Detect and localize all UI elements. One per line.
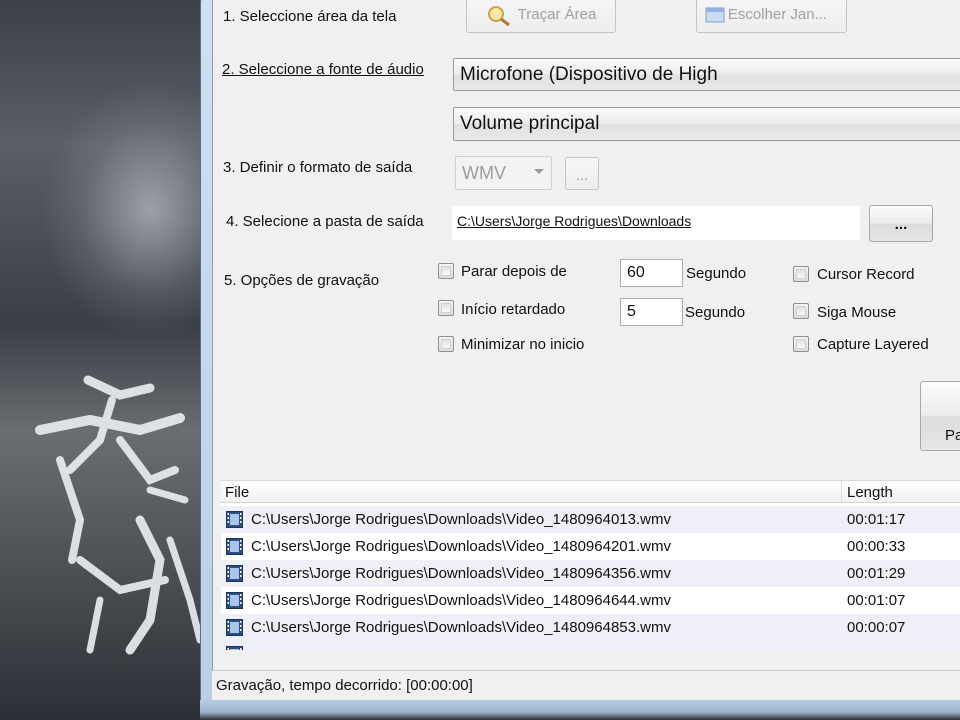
- status-text: Gravação, tempo decorrido: [00:00:00]: [216, 677, 473, 694]
- length-column-header[interactable]: Length: [847, 484, 893, 501]
- delayed-start-label: Início retardado: [461, 301, 566, 318]
- file-list-row[interactable]: C:\Users\Jorge Rodrigues\Downloads\Video…: [221, 587, 960, 614]
- output-folder-path: C:\Users\Jorge Rodrigues\Downloads: [457, 213, 692, 229]
- audio-source-value: Microfone (Dispositivo de High: [460, 63, 718, 85]
- file-column-header[interactable]: File: [225, 484, 249, 501]
- delayed-start-unit: Segundo: [685, 304, 746, 321]
- file-list-row[interactable]: C:\Users\Jorge Rodrigues\Downloads\Video…: [221, 560, 960, 587]
- volume-source-value: Volume principal: [460, 113, 600, 134]
- window-select-icon: [705, 7, 725, 22]
- file-length: 00:00:33: [847, 538, 906, 555]
- audio-source-dropdown[interactable]: Microfone (Dispositivo de High: [453, 58, 960, 91]
- browse-folder-button[interactable]: ...: [869, 205, 933, 242]
- file-length: 00:01:29: [847, 565, 906, 582]
- delayed-start-input[interactable]: [620, 298, 683, 326]
- output-folder-label: 4. Selecione a pasta de saída: [226, 213, 424, 230]
- file-list-row-partial[interactable]: [221, 641, 960, 650]
- file-length: 00:01:07: [847, 592, 906, 609]
- minimize-on-start-checkbox[interactable]: [438, 336, 454, 352]
- delayed-start-checkbox[interactable]: [438, 300, 454, 316]
- file-path: C:\Users\Jorge Rodrigues\Downloads\Video…: [251, 538, 671, 555]
- output-format-value: WMV: [462, 162, 506, 183]
- cursor-record-checkbox[interactable]: [793, 266, 809, 282]
- recorded-files-list[interactable]: File Length C:\Users\Jorge Rodrigues\Dow…: [221, 480, 960, 650]
- file-path: C:\Users\Jorge Rodrigues\Downloads\Video…: [251, 511, 671, 528]
- file-length: 00:00:07: [847, 619, 906, 636]
- record-button[interactable]: Pa: [920, 381, 960, 451]
- audio-source-label: 2. Seleccione a fonte de áudio: [222, 61, 424, 78]
- follow-mouse-label: Siga Mouse: [817, 304, 897, 321]
- file-path: C:\Users\Jorge Rodrigues\Downloads\Video…: [251, 619, 671, 636]
- file-list-header: File Length: [221, 481, 960, 503]
- stop-after-unit: Segundo: [686, 265, 747, 282]
- file-path: C:\Users\Jorge Rodrigues\Downloads\Video…: [251, 592, 671, 609]
- video-file-icon: [226, 619, 243, 636]
- video-file-icon: [226, 565, 243, 582]
- output-format-label: 3. Definir o formato de saída: [223, 159, 413, 176]
- file-list-row[interactable]: C:\Users\Jorge Rodrigues\Downloads\Video…: [221, 614, 960, 641]
- minimize-on-start-label: Minimizar no inicio: [461, 336, 585, 353]
- file-list-row[interactable]: C:\Users\Jorge Rodrigues\Downloads\Video…: [221, 533, 960, 560]
- status-bar: Gravação, tempo decorrido: [00:00:00]: [212, 670, 960, 700]
- wallpaper-brush-strokes: [35, 375, 204, 655]
- capture-layered-checkbox[interactable]: [793, 336, 809, 352]
- stop-after-checkbox[interactable]: [438, 263, 454, 279]
- trace-area-button-label: Traçar Área: [517, 6, 597, 23]
- video-file-icon: [226, 538, 243, 555]
- stop-after-input[interactable]: [620, 259, 683, 287]
- chevron-down-icon: [534, 169, 544, 174]
- video-file-icon: [226, 511, 243, 528]
- output-folder-field[interactable]: C:\Users\Jorge Rodrigues\Downloads: [452, 206, 860, 240]
- recording-options-label: 5. Opções de gravação: [224, 272, 380, 289]
- format-options-button[interactable]: ...: [565, 157, 599, 190]
- cursor-record-label: Cursor Record: [817, 266, 915, 283]
- file-path: C:\Users\Jorge Rodrigues\Downloads\Video…: [251, 565, 671, 582]
- follow-mouse-checkbox[interactable]: [793, 303, 809, 319]
- desktop-background: [0, 0, 210, 720]
- magnifier-icon: [487, 5, 510, 26]
- trace-area-button[interactable]: Traçar Área: [466, 0, 616, 33]
- video-file-icon: [226, 592, 243, 609]
- choose-window-button[interactable]: Escolher Jan...: [696, 0, 847, 33]
- record-button-label: Pa: [945, 427, 960, 444]
- window-bottom-border: [200, 700, 960, 720]
- volume-source-dropdown[interactable]: Volume principal: [453, 107, 960, 141]
- area-label: 1. Seleccione área da tela: [223, 8, 397, 25]
- file-length: 00:01:17: [847, 511, 906, 528]
- video-file-icon: [226, 646, 243, 650]
- file-list-row[interactable]: C:\Users\Jorge Rodrigues\Downloads\Video…: [221, 506, 960, 533]
- choose-window-button-label: Escolher Jan...: [727, 6, 828, 23]
- capture-layered-label: Capture Layered: [817, 336, 929, 353]
- output-format-dropdown[interactable]: WMV: [455, 156, 552, 190]
- stop-after-label: Parar depois de: [461, 263, 567, 280]
